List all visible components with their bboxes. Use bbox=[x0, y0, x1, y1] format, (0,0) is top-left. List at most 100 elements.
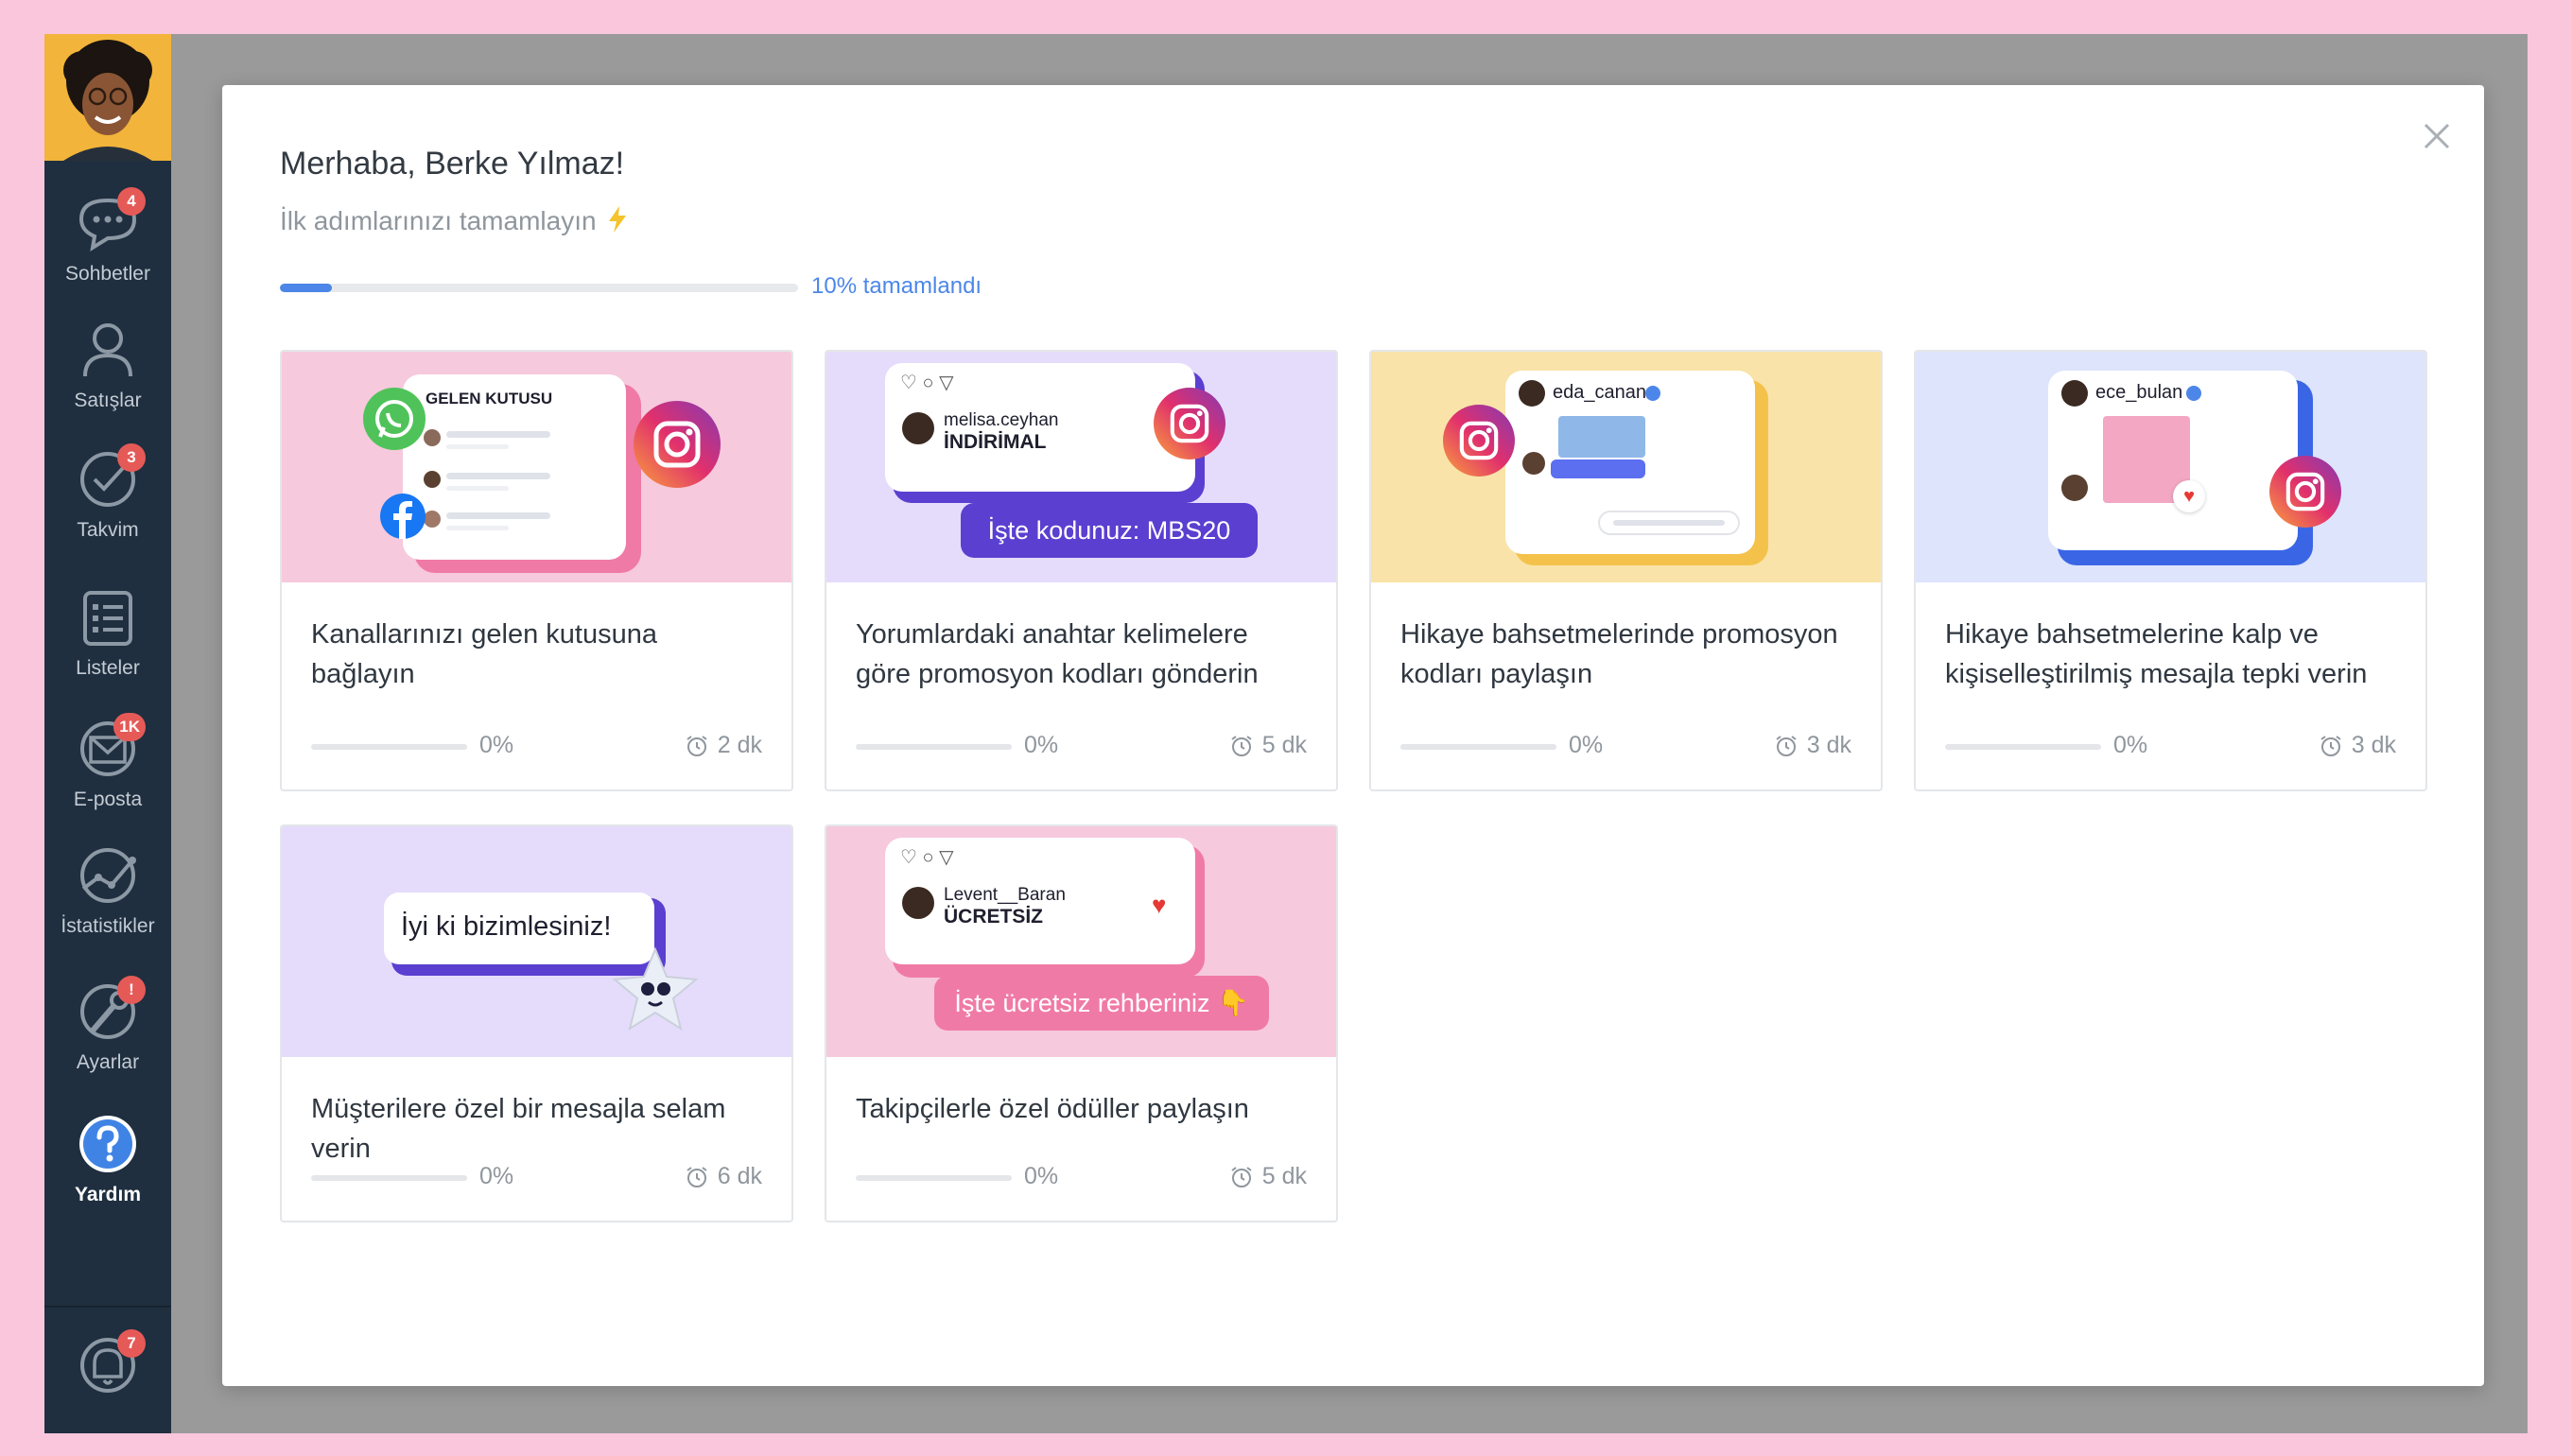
art-reply-bubble: İşte ücretsiz rehberiniz 👇 bbox=[934, 976, 1269, 1031]
task-card-follower-rewards[interactable]: ♡ ○ ▽ Levent__Baran ÜCRETSİZ ♥ İşte ücre… bbox=[825, 824, 1338, 1222]
card-title: Hikaye bahsetmelerinde promosyon kodları… bbox=[1400, 619, 1838, 689]
card-duration: 3 dk bbox=[2320, 732, 2396, 759]
card-footer: 0% 5 dk bbox=[856, 732, 1307, 760]
sidebar-item-statistics[interactable]: İstatistikler bbox=[44, 843, 171, 938]
close-button[interactable] bbox=[2416, 115, 2458, 157]
sidebar-item-lists[interactable]: Listeler bbox=[44, 585, 171, 680]
app-frame: 4 Sohbetler Satışlar 3 Takvim Listeler 1… bbox=[44, 34, 2528, 1433]
wrench-icon: ! bbox=[76, 976, 146, 1044]
sidebar-item-label: Listeler bbox=[76, 657, 140, 679]
help-icon bbox=[76, 1112, 140, 1176]
card-duration-text: 3 dk bbox=[1806, 732, 1851, 758]
task-card-comment-promo-codes[interactable]: ♡ ○ ▽ melisa.ceyhan İNDİRİMAL İşte kodun… bbox=[825, 350, 1338, 791]
card-progress-bar bbox=[1945, 744, 2101, 750]
notifications-button[interactable]: 7 bbox=[44, 1329, 171, 1405]
facebook-icon bbox=[380, 494, 426, 539]
card-title: Müşterilere özel bir mesajla selam verin bbox=[311, 1094, 726, 1164]
card-duration: 5 dk bbox=[1230, 1163, 1307, 1190]
envelope-icon: 1K bbox=[76, 713, 146, 781]
sidebar-item-email[interactable]: 1K E-posta bbox=[44, 713, 171, 811]
card-progress-bar bbox=[856, 1175, 1012, 1181]
art-username: ece_bulan bbox=[2095, 382, 2183, 403]
list-icon bbox=[76, 585, 140, 650]
checkmark-icon: 3 bbox=[76, 443, 146, 511]
stats-icon bbox=[76, 843, 140, 908]
card-progress-bar bbox=[311, 744, 467, 750]
sidebar-item-label: E-posta bbox=[73, 789, 143, 810]
calendar-badge: 3 bbox=[117, 443, 146, 472]
art-comment: İNDİRİMAL bbox=[944, 431, 1047, 453]
card-progress-bar bbox=[856, 744, 1012, 750]
art-reply-bubble: İşte kodunuz: MBS20 bbox=[961, 503, 1258, 558]
sidebar-item-label: Sohbetler bbox=[65, 263, 150, 285]
instagram-icon bbox=[2269, 456, 2341, 528]
subtitle-text: İlk adımlarınızı tamamlayın bbox=[280, 206, 597, 235]
card-footer: 0% 3 dk bbox=[1400, 732, 1851, 760]
card-illustration: eda_canan bbox=[1371, 352, 1881, 582]
task-card-connect-channels[interactable]: GELEN KUTUSU Kanallarınızı gelen kutusun… bbox=[280, 350, 793, 791]
onboarding-modal: Merhaba, Berke Yılmaz! İlk adımlarınızı … bbox=[222, 85, 2484, 1386]
inbox-title: GELEN KUTUSU bbox=[426, 390, 553, 407]
card-title: Yorumlardaki anahtar kelimelere göre pro… bbox=[856, 619, 1259, 689]
modal-greeting: Merhaba, Berke Yılmaz! bbox=[280, 146, 625, 182]
settings-badge: ! bbox=[117, 976, 146, 1004]
card-duration-text: 5 dk bbox=[1261, 1163, 1307, 1189]
instagram-icon bbox=[1154, 388, 1225, 459]
bell-icon: 7 bbox=[76, 1329, 146, 1397]
card-duration: 3 dk bbox=[1775, 732, 1851, 759]
overall-progress-label: 10% tamamlandı bbox=[811, 273, 982, 299]
art-username: Levent__Baran bbox=[944, 885, 1066, 905]
task-card-story-reactions[interactable]: ece_bulan ♥ Hikaye bahsetmelerine kalp v… bbox=[1914, 350, 2427, 791]
sidebar-item-chats[interactable]: 4 Sohbetler bbox=[44, 187, 171, 286]
sidebar-item-label: Yardım bbox=[74, 1184, 142, 1205]
card-illustration: ece_bulan ♥ bbox=[1916, 352, 2425, 582]
card-title: Takipçilerle özel ödüller paylaşın bbox=[856, 1094, 1249, 1124]
art-username: melisa.ceyhan bbox=[944, 410, 1059, 430]
avatar[interactable] bbox=[44, 34, 171, 161]
art-comment: ÜCRETSİZ bbox=[944, 906, 1043, 927]
card-illustration: GELEN KUTUSU bbox=[282, 352, 791, 582]
overall-progress-bar bbox=[280, 284, 798, 292]
card-duration-text: 3 dk bbox=[2351, 732, 2396, 758]
card-illustration: İyi ki bizimlesiniz! bbox=[282, 826, 791, 1057]
card-footer: 0% 6 dk bbox=[311, 1163, 762, 1191]
alarm-clock-icon bbox=[1231, 1166, 1252, 1187]
card-duration: 6 dk bbox=[686, 1163, 762, 1190]
modal-subtitle: İlk adımlarınızı tamamlayın bbox=[280, 206, 628, 236]
sidebar-item-settings[interactable]: ! Ayarlar bbox=[44, 976, 171, 1074]
sidebar-item-sales[interactable]: Satışlar bbox=[44, 318, 171, 412]
card-duration-text: 2 dk bbox=[717, 732, 762, 758]
card-duration-text: 6 dk bbox=[717, 1163, 762, 1189]
sidebar-item-label: Satışlar bbox=[74, 390, 142, 411]
task-card-story-promo-codes[interactable]: eda_canan Hikaye bahsetmelerinde promosy… bbox=[1369, 350, 1883, 791]
card-title: Kanallarınızı gelen kutusuna bağlayın bbox=[311, 619, 657, 689]
sidebar-item-label: Ayarlar bbox=[76, 1051, 140, 1073]
lightning-icon bbox=[609, 206, 627, 233]
card-duration: 2 dk bbox=[686, 732, 762, 759]
alarm-clock-icon bbox=[686, 1166, 707, 1187]
sidebar-item-help[interactable]: Yardım bbox=[44, 1112, 171, 1206]
chat-bubble-icon: 4 bbox=[76, 187, 146, 255]
card-illustration: ♡ ○ ▽ melisa.ceyhan İNDİRİMAL İşte kodun… bbox=[826, 352, 1336, 582]
card-percent: 0% bbox=[479, 732, 514, 758]
card-percent: 0% bbox=[479, 1163, 514, 1189]
close-icon bbox=[2424, 123, 2450, 149]
sidebar-item-label: Takvim bbox=[77, 519, 139, 541]
card-footer: 0% 3 dk bbox=[1945, 732, 2396, 760]
sidebar-item-label: İstatistikler bbox=[61, 915, 155, 937]
card-progress-bar bbox=[311, 1175, 467, 1181]
card-footer: 0% 5 dk bbox=[856, 1163, 1307, 1191]
task-card-welcome-message[interactable]: İyi ki bizimlesiniz! Müşterilere özel bi… bbox=[280, 824, 793, 1222]
whatsapp-icon bbox=[363, 388, 426, 450]
art-username: eda_canan bbox=[1553, 382, 1646, 403]
alarm-clock-icon bbox=[1231, 735, 1252, 756]
email-badge: 1K bbox=[113, 713, 146, 741]
sidebar-item-calendar[interactable]: 3 Takvim bbox=[44, 443, 171, 542]
heart-icon: ♥ bbox=[2173, 480, 2205, 512]
card-duration: 5 dk bbox=[1230, 732, 1307, 759]
art-message: İyi ki bizimlesiniz! bbox=[401, 911, 612, 942]
card-percent: 0% bbox=[1024, 1163, 1059, 1189]
star-mascot-icon bbox=[612, 946, 699, 1031]
instagram-icon bbox=[1443, 405, 1515, 477]
chats-badge: 4 bbox=[117, 187, 146, 216]
